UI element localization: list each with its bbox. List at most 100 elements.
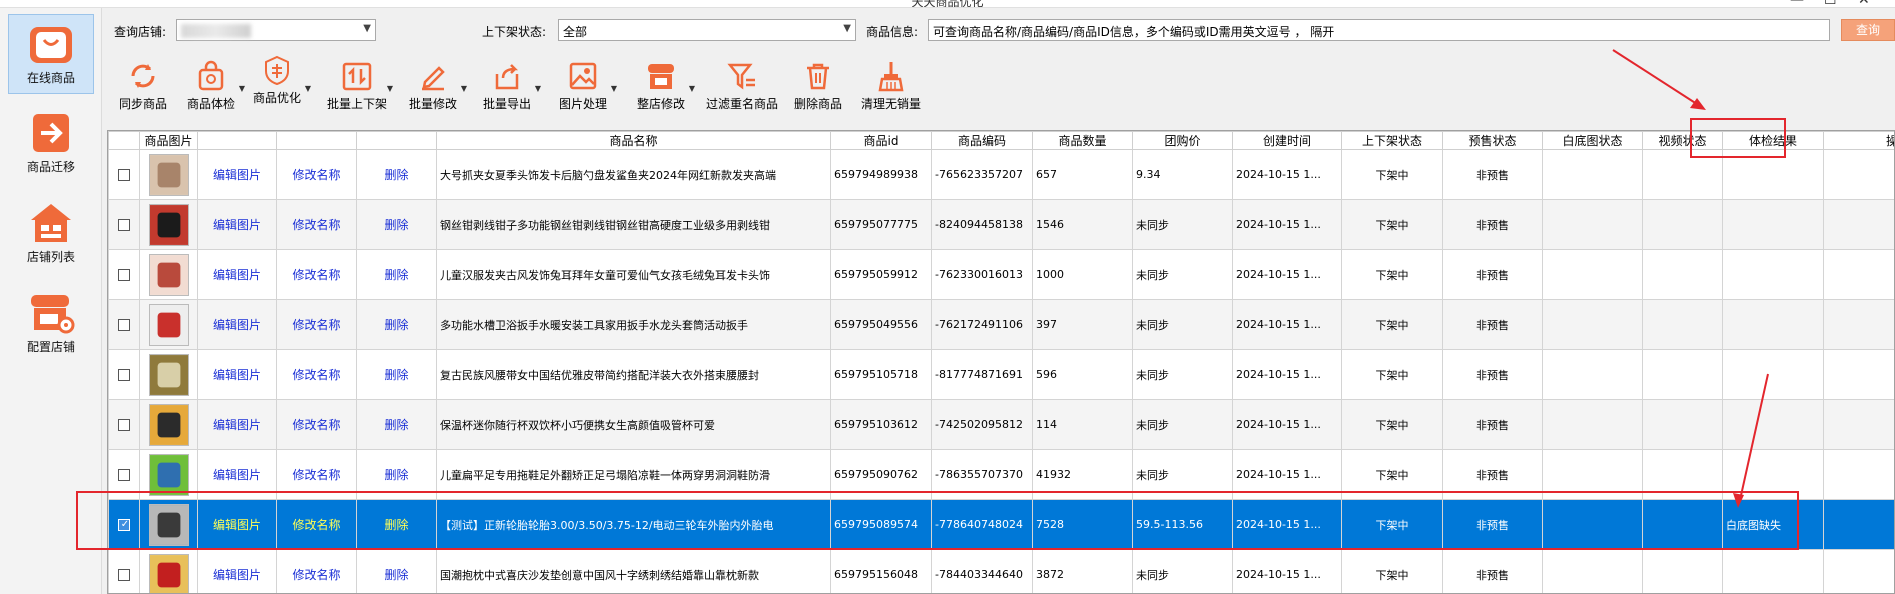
product-info-input[interactable]: 可查询商品名称/商品编码/商品ID信息，多个编码或ID需用英文逗号 ， 隔开	[928, 19, 1830, 41]
column-header[interactable]: 商品图片	[139, 131, 198, 150]
rename-link[interactable]: 修改名称	[276, 499, 357, 550]
column-header[interactable]: 商品名称	[436, 131, 831, 150]
column-header[interactable]: 上下架状态	[1341, 131, 1443, 150]
sidebar-item-configure-store[interactable]: 配置店铺	[8, 284, 94, 364]
product-check-button[interactable]: 商品体检 ▼	[186, 58, 245, 114]
delete-link[interactable]: 删除	[356, 499, 437, 550]
table-row[interactable]: 编辑图片 修改名称 删除 国潮抱枕中式喜庆沙发垫创意中国风十字绣刺绣结婚靠山靠枕新款 6…	[108, 549, 1894, 593]
edit-image-link[interactable]: 编辑图片	[197, 299, 277, 350]
table-row[interactable]: 编辑图片 修改名称 删除 儿童汉服发夹古风发饰兔耳拜年女童可爱仙气女孩毛绒兔耳发卡头饰…	[108, 249, 1894, 300]
edit-image-link[interactable]: 编辑图片	[197, 499, 277, 550]
row-checkbox-cell[interactable]	[108, 499, 140, 550]
column-header[interactable]: 商品数量	[1032, 131, 1133, 150]
column-header[interactable]	[276, 131, 357, 150]
clear-no-sales-button[interactable]: 清理无销量	[858, 58, 924, 114]
row-checkbox-cell[interactable]	[108, 149, 140, 200]
column-header[interactable]: 视频状态	[1642, 131, 1723, 150]
table-row[interactable]: 编辑图片 修改名称 删除 复古民族风腰带女中国结优雅皮带简约搭配洋装大衣外搭束腰腰封 6…	[108, 349, 1894, 400]
minimize-icon[interactable]: —	[1790, 0, 1804, 7]
query-button[interactable]: 查询	[1841, 19, 1895, 41]
column-header[interactable]: 操作信息	[1823, 131, 1894, 150]
table-row[interactable]: 编辑图片修改名称删除【测试】正新轮胎轮胎3.00/3.50/3.75-12/电动…	[108, 499, 1894, 550]
column-header[interactable]: 商品编码	[931, 131, 1033, 150]
delete-link[interactable]: 删除	[356, 199, 437, 250]
sidebar-item-product-migration[interactable]: 商品迁移	[8, 104, 94, 184]
row-checkbox-cell[interactable]	[108, 299, 140, 350]
delete-products-button[interactable]: 删除商品	[792, 58, 844, 114]
row-checkbox-cell[interactable]	[108, 349, 140, 400]
row-checkbox[interactable]	[118, 569, 130, 581]
edit-image-link[interactable]: 编辑图片	[197, 349, 277, 400]
close-icon[interactable]: ✕	[1858, 0, 1870, 7]
delete-link[interactable]: 删除	[356, 549, 437, 593]
column-header[interactable]: 创建时间	[1232, 131, 1342, 150]
status-select[interactable]: 全部 ▼	[558, 19, 856, 41]
row-checkbox-cell[interactable]	[108, 549, 140, 593]
row-checkbox[interactable]	[118, 469, 130, 481]
row-checkbox[interactable]	[118, 319, 130, 331]
column-header[interactable]: 预售状态	[1442, 131, 1543, 150]
chevron-down-icon[interactable]: ▼	[305, 84, 311, 93]
edit-image-link[interactable]: 编辑图片	[197, 199, 277, 250]
delete-link[interactable]: 删除	[356, 299, 437, 350]
rename-link[interactable]: 修改名称	[276, 399, 357, 450]
rename-link[interactable]: 修改名称	[276, 149, 357, 200]
edit-image-link[interactable]: 编辑图片	[197, 149, 277, 200]
column-header[interactable]: 白底图状态	[1542, 131, 1643, 150]
row-checkbox[interactable]	[118, 219, 130, 231]
edit-image-link[interactable]: 编辑图片	[197, 249, 277, 300]
rename-link[interactable]: 修改名称	[276, 199, 357, 250]
delete-link[interactable]: 删除	[356, 349, 437, 400]
chevron-down-icon[interactable]: ▼	[239, 84, 245, 93]
rename-link[interactable]: 修改名称	[276, 299, 357, 350]
column-header[interactable]: 团购价	[1132, 131, 1233, 150]
batch-shelf-button[interactable]: 批量上下架 ▼	[326, 58, 393, 114]
delete-link[interactable]: 删除	[356, 149, 437, 200]
row-checkbox[interactable]	[118, 519, 130, 531]
chevron-down-icon[interactable]: ▼	[461, 84, 467, 93]
table-row[interactable]: 编辑图片 修改名称 删除 多功能水槽卫浴扳手水暖安装工具家用扳手水龙头套筒活动扳手 65…	[108, 299, 1894, 350]
filter-duplicate-button[interactable]: 过滤重名商品	[704, 58, 780, 114]
column-header[interactable]: 商品id	[830, 131, 932, 150]
store-select[interactable]: ▼	[176, 19, 376, 41]
edit-image-link[interactable]: 编辑图片	[197, 449, 277, 500]
edit-image-link[interactable]: 编辑图片	[197, 549, 277, 593]
row-checkbox-cell[interactable]	[108, 399, 140, 450]
row-checkbox-cell[interactable]	[108, 249, 140, 300]
row-checkbox[interactable]	[118, 369, 130, 381]
chevron-down-icon[interactable]: ▼	[387, 84, 393, 93]
maximize-icon[interactable]: ☐	[1824, 0, 1837, 7]
row-checkbox-cell[interactable]	[108, 449, 140, 500]
column-header[interactable]	[197, 131, 277, 150]
delete-link[interactable]: 删除	[356, 249, 437, 300]
column-header[interactable]	[108, 131, 140, 150]
row-checkbox[interactable]	[118, 269, 130, 281]
delete-link[interactable]: 删除	[356, 449, 437, 500]
rename-link[interactable]: 修改名称	[276, 249, 357, 300]
rename-link[interactable]: 修改名称	[276, 349, 357, 400]
product-optimize-button[interactable]: 商品优化 ▼	[252, 52, 311, 108]
image-processing-button[interactable]: 图片处理 ▼	[558, 58, 617, 114]
sidebar-item-online-products[interactable]: 在线商品	[8, 14, 94, 94]
shop-edit-button[interactable]: 整店修改 ▼	[636, 58, 695, 114]
rename-link[interactable]: 修改名称	[276, 449, 357, 500]
sync-products-button[interactable]: 同步商品	[118, 58, 168, 114]
table-row[interactable]: 编辑图片 修改名称 删除 儿童扁平足专用拖鞋足外翻矫正足弓塌陷凉鞋一体两穿男洞洞鞋防滑…	[108, 449, 1894, 500]
sidebar-item-store-list[interactable]: 店铺列表	[8, 194, 94, 274]
table-row[interactable]: 编辑图片 修改名称 删除 大号抓夹女夏季头饰发卡后脑勺盘发鲨鱼夹2024年网红新款发夹…	[108, 149, 1894, 200]
column-header[interactable]: 体检结果	[1722, 131, 1824, 150]
batch-export-button[interactable]: 批量导出 ▼	[482, 58, 541, 114]
table-row[interactable]: 编辑图片 修改名称 删除 钢丝钳剥线钳子多功能钢丝钳剥线钳钢丝钳高硬度工业级多用剥线钳…	[108, 199, 1894, 250]
chevron-down-icon[interactable]: ▼	[689, 84, 695, 93]
column-header[interactable]	[356, 131, 437, 150]
chevron-down-icon[interactable]: ▼	[611, 84, 617, 93]
edit-image-link[interactable]: 编辑图片	[197, 399, 277, 450]
delete-link[interactable]: 删除	[356, 399, 437, 450]
row-checkbox[interactable]	[118, 419, 130, 431]
table-row[interactable]: 编辑图片 修改名称 删除 保温杯迷你随行杯双饮杯小巧便携女生高颜值吸管杯可爱 65979…	[108, 399, 1894, 450]
chevron-down-icon[interactable]: ▼	[535, 84, 541, 93]
rename-link[interactable]: 修改名称	[276, 549, 357, 593]
row-checkbox-cell[interactable]	[108, 199, 140, 250]
row-checkbox[interactable]	[118, 169, 130, 181]
batch-edit-button[interactable]: 批量修改 ▼	[408, 58, 467, 114]
